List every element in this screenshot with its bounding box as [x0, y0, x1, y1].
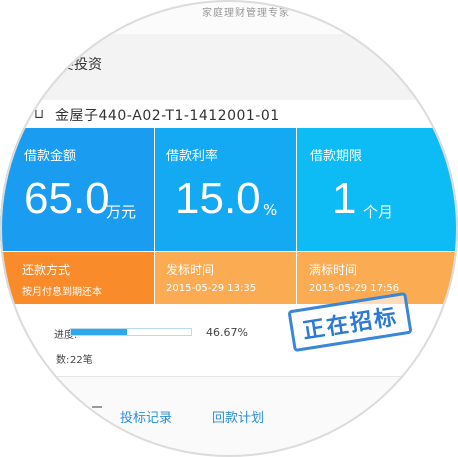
full-time-value: 2015-05-29 17:56	[309, 283, 400, 294]
loan-term-card: 借款期限 1 个月	[297, 128, 458, 251]
circular-frame: 家庭理财管理专家 概要投资 ⊔ 金屋子440-A02-T1-1412001-01…	[0, 0, 458, 457]
bookmark-icon: ⊔	[34, 107, 45, 122]
repayment-method-label: 还款方式	[22, 263, 71, 277]
interest-rate-card: 借款利率 15.0 %	[155, 128, 296, 251]
loan-amount-card: 借款金额 65.0 万元	[0, 128, 154, 251]
page-title: 概要投资	[46, 57, 102, 73]
tab-repayment-plan[interactable]: 回款计划	[212, 407, 264, 426]
loan-amount-unit: 万元	[106, 203, 137, 221]
loan-amount-value: 65.0	[24, 174, 110, 223]
interest-rate-value: 15.0	[175, 174, 261, 223]
progress-bar	[70, 328, 192, 336]
interest-rate-unit: %	[263, 201, 278, 219]
tab-bid-records[interactable]: 投标记录	[120, 407, 172, 426]
progress-bar-fill	[71, 329, 127, 335]
loan-amount-label: 借款金额	[24, 149, 77, 164]
title-band: 概要投资	[0, 34, 458, 100]
loan-term-value: 1	[332, 174, 357, 223]
publish-time-value: 2015-05-29 13:35	[166, 283, 257, 294]
publish-time-card: 发标时间 2015-05-29 13:35	[155, 252, 296, 304]
interest-rate-label: 借款利率	[166, 149, 219, 164]
tab-indicator	[92, 406, 102, 408]
loan-term-unit: 个月	[363, 203, 394, 221]
bid-count-label: 数:	[56, 355, 70, 366]
top-header: 家庭理财管理专家	[0, 0, 458, 35]
bid-count-value: 22笔	[70, 355, 93, 366]
bottom-tabs: 投标记录 回款计划	[0, 376, 458, 457]
project-name: 金屋子440-A02-T1-1412001-01	[55, 108, 280, 124]
repayment-method-value: 按月付息到期还本	[22, 287, 102, 298]
progress-percent: 46.67%	[206, 326, 248, 339]
full-time-label: 满标时间	[309, 263, 358, 277]
header-tagline: 家庭理财管理专家	[202, 8, 290, 19]
loan-term-label: 借款期限	[310, 149, 363, 164]
repayment-method-card: 还款方式 按月付息到期还本	[0, 252, 154, 304]
project-line: ⊔ 金屋子440-A02-T1-1412001-01	[0, 100, 458, 128]
publish-time-label: 发标时间	[166, 263, 215, 277]
